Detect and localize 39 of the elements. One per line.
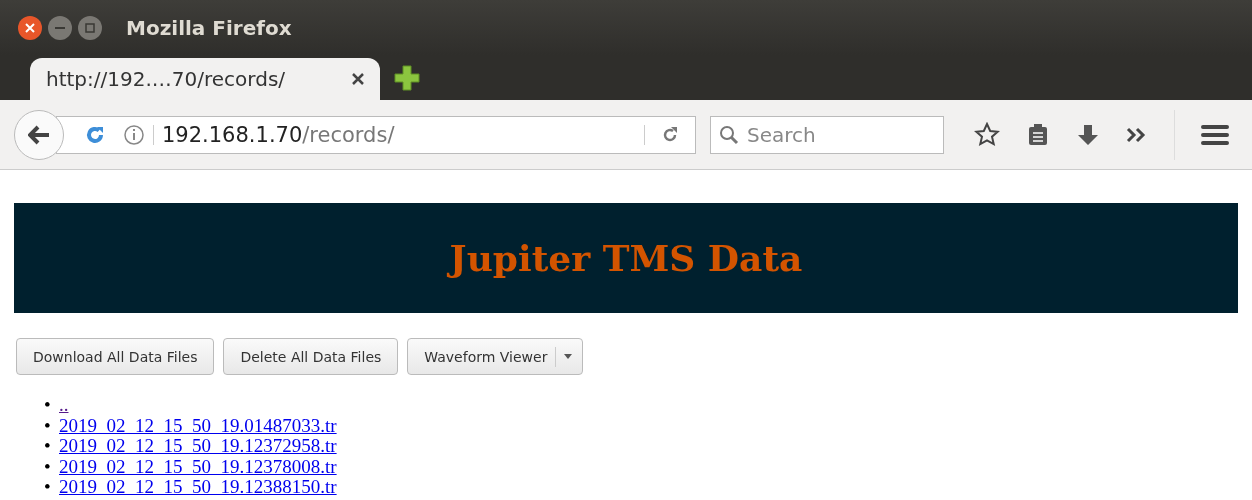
window-title: Mozilla Firefox <box>126 15 292 40</box>
minimize-button[interactable] <box>48 15 72 40</box>
search-icon <box>719 124 739 145</box>
search-field[interactable]: Search <box>710 115 944 154</box>
bullet: • <box>44 477 52 498</box>
dropdown-button[interactable]: Waveform Viewer <box>407 338 584 375</box>
file-link[interactable]: 2019_02_12_15_50_19.12388150.tr <box>59 476 337 497</box>
close-icon[interactable] <box>352 73 364 85</box>
bullet: • <box>44 456 52 477</box>
close-button[interactable] <box>18 15 42 40</box>
back-arrow-icon <box>28 124 50 145</box>
info-icon[interactable] <box>123 123 145 146</box>
menu-icon[interactable] <box>1201 123 1229 146</box>
bullet: • <box>44 395 52 416</box>
bullet: • <box>44 436 52 457</box>
reload-icon[interactable] <box>85 124 105 145</box>
back-button[interactable] <box>14 109 64 160</box>
file-link[interactable]: 2019_02_12_15_50_19.12378008.tr <box>59 455 337 477</box>
caret-icon <box>564 354 573 359</box>
address-bar[interactable]: 192.168.1.70/records/ <box>56 115 696 154</box>
action-button[interactable]: Download All Data Files <box>16 338 215 375</box>
page-heading: Jupiter TMS Data <box>449 237 803 279</box>
minimize-icon <box>55 26 65 29</box>
file-link[interactable]: .. <box>59 394 69 415</box>
maximize-icon <box>85 22 95 33</box>
overflow-icon[interactable] <box>1126 126 1148 143</box>
url-text: 192.168.1.70/records/ <box>162 122 396 147</box>
file-link[interactable]: 2019_02_12_15_50_19.01487033.tr <box>59 414 337 436</box>
maximize-button[interactable] <box>78 15 102 40</box>
new-tab-button[interactable] <box>394 64 420 91</box>
download-icon[interactable] <box>1076 122 1100 147</box>
browser-tab[interactable]: http://192.…70/records/ <box>30 58 380 100</box>
close-icon <box>25 22 35 33</box>
star-icon[interactable] <box>974 121 1000 148</box>
action-button[interactable]: Delete All Data Files <box>223 338 399 375</box>
bullet: • <box>44 415 52 436</box>
clipboard-icon[interactable] <box>1026 122 1050 147</box>
reload-icon[interactable] <box>661 125 679 144</box>
file-link[interactable]: 2019_02_12_15_50_19.12372958.tr <box>59 435 337 456</box>
